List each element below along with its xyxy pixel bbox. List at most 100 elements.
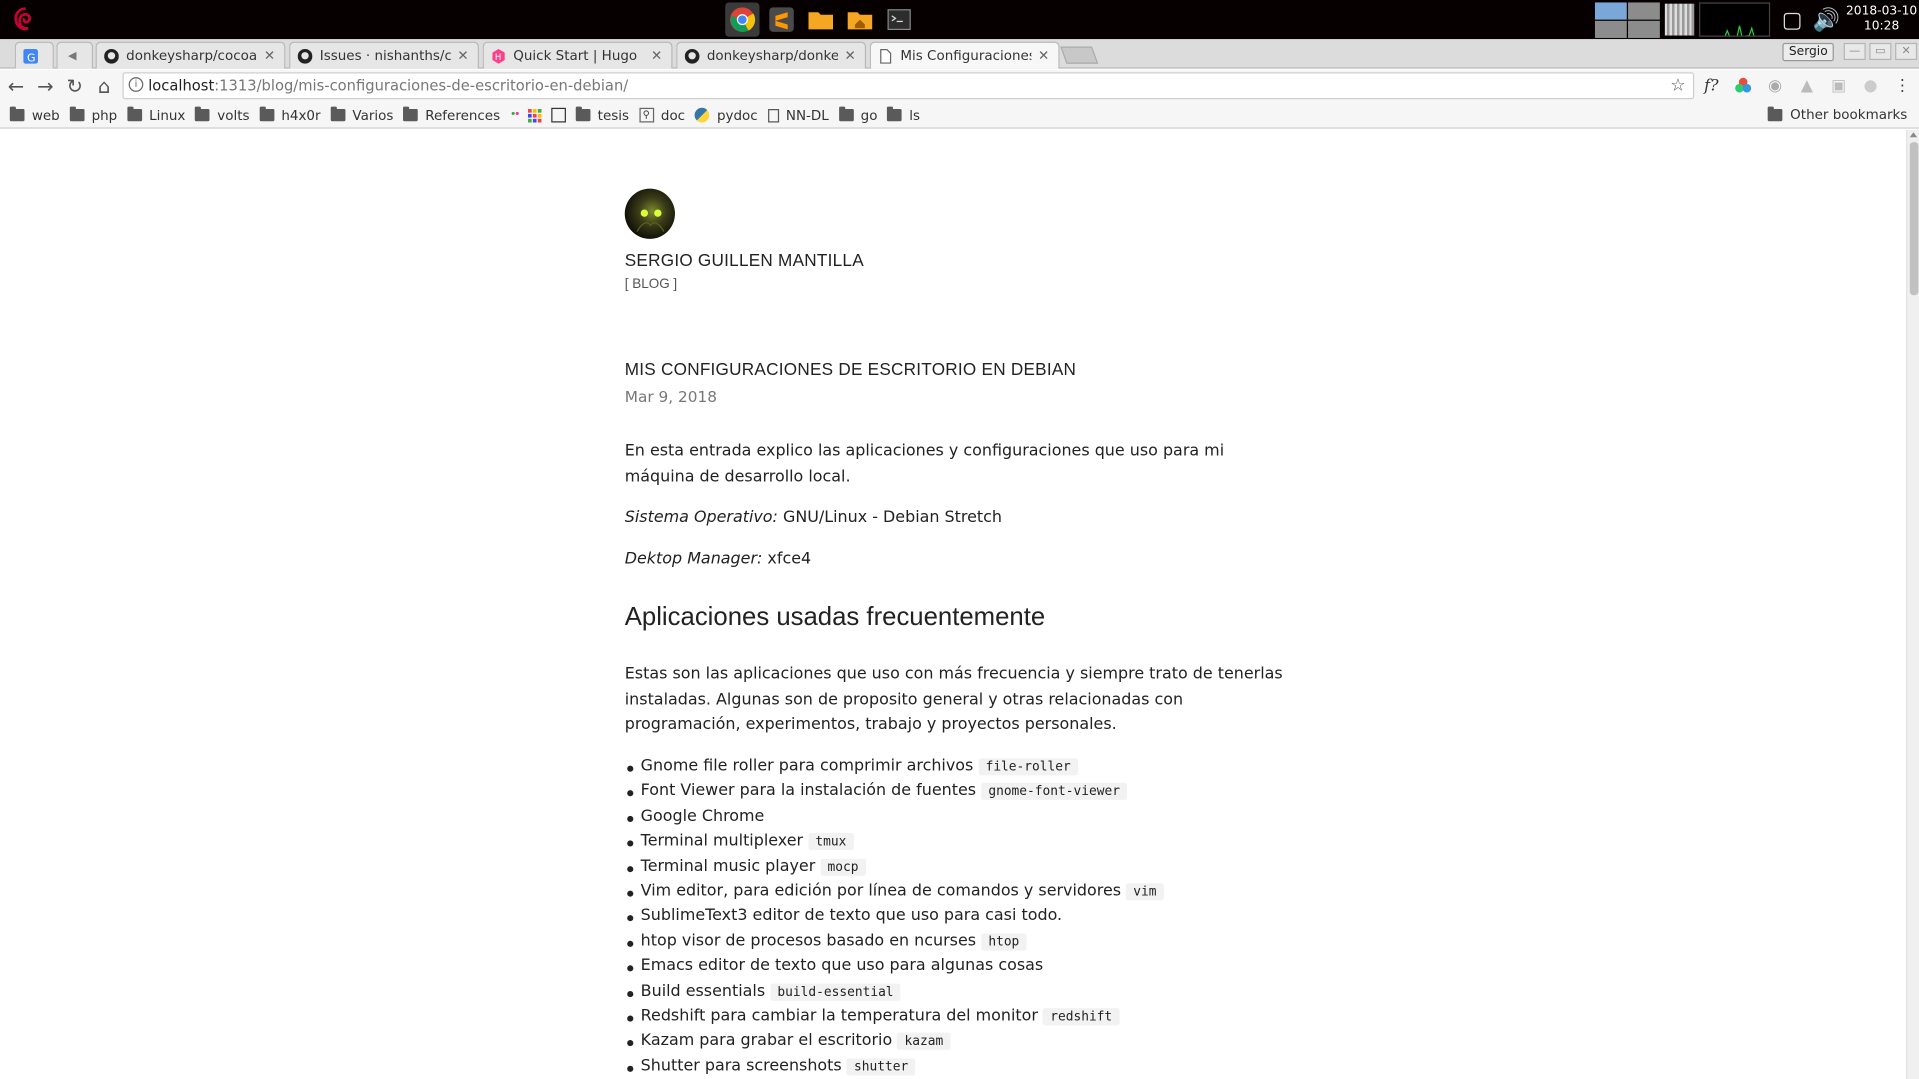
extension-icon-4[interactable]: ● bbox=[1858, 72, 1883, 99]
app-description: Kazam para grabar el escritorio bbox=[640, 1031, 893, 1051]
python-icon bbox=[694, 107, 710, 123]
bookmark-doc[interactable]: ⚲ doc bbox=[638, 107, 686, 124]
bookmark-php[interactable]: php bbox=[69, 106, 117, 123]
clock-date: 2018-03-10 bbox=[1845, 4, 1918, 19]
app-description: Terminal music player bbox=[640, 856, 816, 876]
minimize-button[interactable]: — bbox=[1843, 42, 1866, 61]
avatar[interactable] bbox=[624, 188, 675, 239]
back-button[interactable]: ← bbox=[2, 73, 29, 100]
tab-title: donkeysharp/cocoa- bbox=[126, 47, 258, 64]
bookmark-references[interactable]: References bbox=[403, 106, 500, 123]
other-bookmarks[interactable]: Other bookmarks bbox=[1768, 105, 1907, 123]
section-intro: Estas son las aplicaciones que uso con m… bbox=[624, 665, 1283, 734]
sublime-text-launcher-icon[interactable] bbox=[764, 2, 798, 36]
list-item: Kazam para grabar el escritorio kazam bbox=[625, 1029, 1287, 1054]
folder-icon bbox=[575, 106, 591, 122]
tab-pinned-translate[interactable]: G bbox=[14, 41, 54, 69]
workspace-switcher[interactable] bbox=[1594, 1, 1660, 38]
workspace-2[interactable] bbox=[1628, 1, 1660, 19]
bookmark-h4x0r[interactable]: h4x0r bbox=[259, 106, 321, 124]
list-item: Gnome file roller para comprimir archivo… bbox=[625, 755, 1287, 780]
tab-title: Mis Configuraciones bbox=[900, 47, 1032, 64]
folder-icon bbox=[838, 106, 854, 122]
bookmark-varios[interactable]: Varios bbox=[330, 106, 393, 123]
folder-icon bbox=[195, 106, 210, 122]
package-name: tmux bbox=[807, 833, 854, 851]
browser-toolbar: ← → ↻ ⌂ i localhost:1313/blog/mis-config… bbox=[0, 69, 1919, 103]
tab-github-cocoa[interactable]: donkeysharp/cocoa- ✕ bbox=[95, 41, 286, 69]
bookmark-ls[interactable]: ls bbox=[887, 106, 920, 123]
chrome-launcher-icon[interactable] bbox=[725, 2, 760, 37]
scrollbar-thumb[interactable] bbox=[1909, 142, 1919, 296]
bookmark-star-icon[interactable]: ☆ bbox=[1670, 76, 1685, 96]
app-description: Shutter para screenshots bbox=[640, 1056, 842, 1076]
address-bar[interactable]: i localhost:1313/blog/mis-configuracione… bbox=[122, 72, 1695, 100]
file-manager-launcher-icon[interactable] bbox=[804, 2, 838, 36]
close-tab-icon[interactable]: ✕ bbox=[1036, 48, 1051, 64]
close-tab-icon[interactable]: ✕ bbox=[456, 48, 471, 64]
home-button[interactable]: ⌂ bbox=[91, 73, 118, 100]
bookmark-apps[interactable] bbox=[527, 108, 542, 122]
close-tab-icon[interactable]: ✕ bbox=[843, 48, 858, 64]
new-tab-button[interactable] bbox=[1060, 46, 1099, 64]
bookmark-nn-dl[interactable]: NN-DL bbox=[767, 107, 829, 123]
author-name[interactable]: SERGIO GUILLEN MANTILLA bbox=[625, 250, 864, 270]
dm-value: xfce4 bbox=[762, 550, 812, 569]
close-window-button[interactable]: ✕ bbox=[1895, 42, 1918, 61]
workspace-1[interactable] bbox=[1594, 1, 1627, 19]
bookmark-linux[interactable]: Linux bbox=[127, 106, 185, 123]
notification-icon[interactable]: ▢ bbox=[1779, 6, 1806, 33]
home-folder-launcher-icon[interactable] bbox=[843, 2, 877, 36]
url-host: localhost bbox=[148, 77, 215, 95]
bookmark-web[interactable]: web bbox=[9, 106, 60, 123]
terminal-launcher-icon[interactable] bbox=[882, 2, 916, 36]
app-description: Redshift para cambiar la temperatura del… bbox=[640, 1006, 1038, 1026]
maximize-button[interactable]: ▭ bbox=[1869, 42, 1892, 61]
bookmark-blank[interactable] bbox=[551, 107, 566, 123]
blog-link[interactable]: [ BLOG ] bbox=[625, 277, 677, 292]
cpu-graph bbox=[1699, 2, 1771, 37]
bookmark-volts[interactable]: volts bbox=[195, 106, 250, 124]
extension-icon-2[interactable]: ▲ bbox=[1795, 72, 1820, 99]
tab-github-issues[interactable]: Issues · nishanths/c ✕ bbox=[289, 41, 479, 69]
bookmark-label: volts bbox=[217, 107, 250, 124]
tab-mis-configuraciones[interactable]: Mis Configuraciones ✕ bbox=[869, 41, 1060, 69]
bookmark-tesis[interactable]: tesis bbox=[575, 106, 629, 123]
tab-hugo-quickstart[interactable]: H Quick Start | Hugo ✕ bbox=[482, 41, 673, 69]
profile-button[interactable]: Sergio bbox=[1782, 42, 1834, 62]
list-item: Vim editor, para edición por línea de co… bbox=[625, 879, 1287, 904]
info-icon[interactable]: i bbox=[128, 77, 144, 92]
scroll-up-icon[interactable] bbox=[1909, 132, 1918, 138]
bookmark-label: doc bbox=[660, 107, 686, 124]
folder-icon bbox=[330, 106, 346, 122]
extension-icon-3[interactable]: ▣ bbox=[1826, 72, 1851, 99]
audio-icon: ◀ bbox=[68, 49, 77, 62]
bookmark-label: h4x0r bbox=[281, 107, 321, 124]
clock[interactable]: 2018-03-10 10:28 bbox=[1844, 5, 1919, 34]
page-scrollbar[interactable] bbox=[1906, 129, 1919, 1079]
bookmark-go[interactable]: go bbox=[838, 106, 877, 123]
apps-list: Gnome file roller para comprimir archivo… bbox=[625, 755, 1287, 1079]
color-picker-extension-icon[interactable] bbox=[1731, 72, 1756, 99]
tab-github-donkeysharp[interactable]: donkeysharp/donke ✕ bbox=[676, 41, 867, 69]
app-description: Gnome file roller para comprimir archivo… bbox=[640, 757, 974, 776]
bookmark-label: pydoc bbox=[716, 107, 758, 124]
reload-button[interactable]: ↻ bbox=[61, 73, 88, 100]
bookmark-dots[interactable]: •• bbox=[510, 109, 521, 121]
chrome-menu-icon[interactable]: ⋮ bbox=[1890, 72, 1915, 99]
intro-paragraph: En esta entrada explico las aplicaciones… bbox=[624, 442, 1225, 486]
clock-time: 10:28 bbox=[1863, 19, 1900, 34]
extension-icon-1[interactable]: ◉ bbox=[1763, 72, 1788, 99]
close-tab-icon[interactable]: ✕ bbox=[649, 48, 664, 64]
volume-icon[interactable]: 🔊 bbox=[1813, 6, 1840, 33]
folder-icon bbox=[69, 106, 85, 122]
workspace-4[interactable] bbox=[1628, 20, 1660, 38]
forward-button[interactable]: → bbox=[32, 73, 59, 100]
bookmark-pydoc[interactable]: pydoc bbox=[694, 107, 758, 124]
fx-extension-icon[interactable]: f? bbox=[1699, 72, 1724, 99]
debian-logo-icon[interactable] bbox=[10, 5, 39, 34]
tab-pinned-audio[interactable]: ◀ bbox=[56, 41, 94, 69]
post-title: MIS CONFIGURACIONES DE ESCRITORIO EN DEB… bbox=[624, 358, 1077, 379]
workspace-3[interactable] bbox=[1594, 20, 1627, 38]
close-tab-icon[interactable]: ✕ bbox=[262, 48, 277, 64]
